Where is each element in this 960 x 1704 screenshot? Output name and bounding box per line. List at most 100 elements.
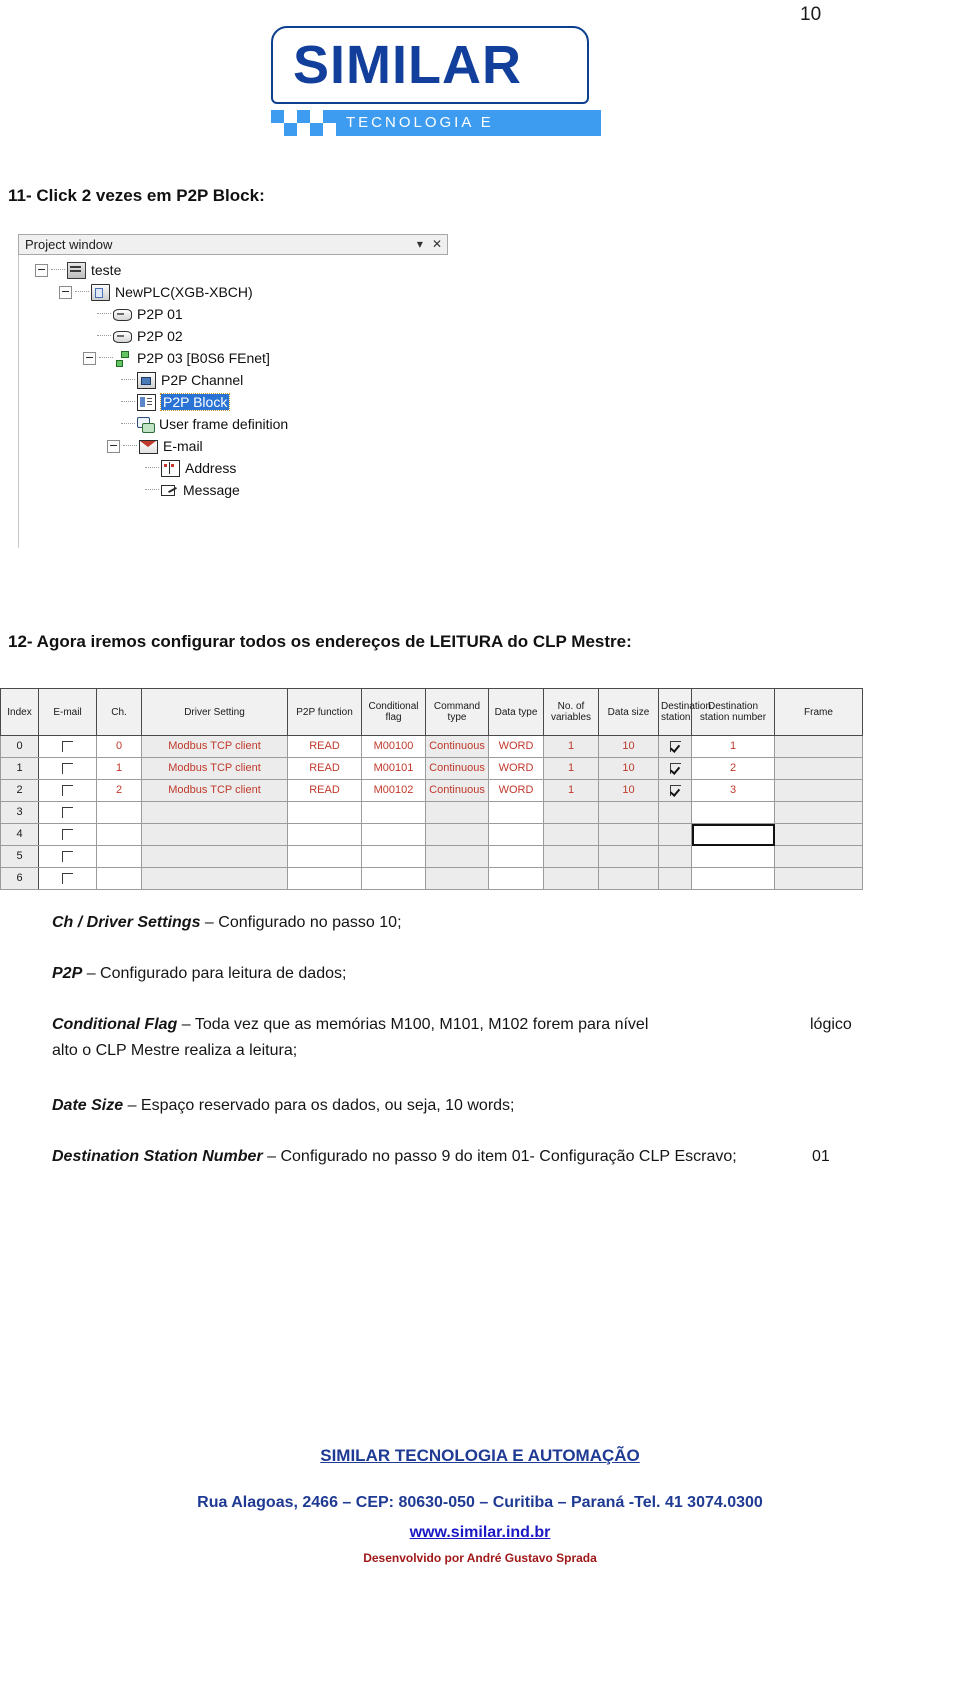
collapse-icon[interactable] xyxy=(107,439,120,453)
grid-cell-p2p[interactable] xyxy=(287,801,362,824)
grid-cell-destination-station[interactable] xyxy=(658,823,692,846)
grid-cell-datasize[interactable] xyxy=(598,867,659,890)
checkbox-icon[interactable] xyxy=(62,784,73,796)
grid-cell-email[interactable] xyxy=(38,779,97,802)
grid-cell-index[interactable]: 0 xyxy=(0,735,39,758)
grid-cell-index[interactable]: 4 xyxy=(0,823,39,846)
grid-column-header[interactable]: P2P function xyxy=(287,688,362,736)
grid-cell-ch[interactable] xyxy=(96,823,142,846)
tree-item-teste[interactable]: teste xyxy=(19,259,448,281)
grid-cell-deststationnum[interactable]: 2 xyxy=(691,757,775,780)
grid-row[interactable]: 1 1 Modbus TCP client READ M00101 Continuous W… xyxy=(0,757,863,780)
tree-item-p2p-channel[interactable]: P2P Channel xyxy=(19,369,448,391)
grid-cell-destination-station[interactable] xyxy=(658,735,692,758)
grid-cell-email[interactable] xyxy=(38,845,97,868)
grid-cell-flag[interactable]: M00100 xyxy=(361,735,426,758)
grid-cell-frame[interactable] xyxy=(774,757,863,780)
grid-cell-destination-station[interactable] xyxy=(658,867,692,890)
grid-cell-index[interactable]: 3 xyxy=(0,801,39,824)
grid-cell-p2p[interactable] xyxy=(287,845,362,868)
grid-cell-datatype[interactable] xyxy=(488,867,544,890)
grid-cell-driver[interactable]: Modbus TCP client xyxy=(141,757,288,780)
grid-cell-flag[interactable]: M00102 xyxy=(361,779,426,802)
grid-cell-driver[interactable] xyxy=(141,823,288,846)
grid-cell-datasize[interactable] xyxy=(598,845,659,868)
checkbox-icon[interactable] xyxy=(62,850,73,862)
grid-row[interactable]: 3 xyxy=(0,801,863,824)
grid-cell-p2p[interactable]: READ xyxy=(287,779,362,802)
grid-cell-index[interactable]: 2 xyxy=(0,779,39,802)
grid-cell-email[interactable] xyxy=(38,735,97,758)
grid-cell-ch[interactable]: 0 xyxy=(96,735,142,758)
grid-cell-ch[interactable]: 1 xyxy=(96,757,142,780)
grid-row[interactable]: 4 xyxy=(0,823,863,846)
grid-cell-deststationnum[interactable] xyxy=(691,801,775,824)
grid-cell-frame[interactable] xyxy=(774,801,863,824)
grid-cell-index[interactable]: 1 xyxy=(0,757,39,780)
grid-cell-flag[interactable] xyxy=(361,867,426,890)
grid-cell-numvars[interactable] xyxy=(543,845,599,868)
grid-cell-flag[interactable] xyxy=(361,823,426,846)
grid-cell-index[interactable]: 6 xyxy=(0,867,39,890)
grid-cell-datasize[interactable]: 10 xyxy=(598,735,659,758)
grid-cell-focused[interactable] xyxy=(691,823,775,846)
tree-item-user-frame-definition[interactable]: User frame definition xyxy=(19,413,448,435)
grid-cell-datasize[interactable]: 10 xyxy=(598,757,659,780)
grid-cell-frame[interactable] xyxy=(774,779,863,802)
grid-cell-numvars[interactable] xyxy=(543,801,599,824)
grid-cell-ch[interactable] xyxy=(96,867,142,890)
grid-row[interactable]: 6 xyxy=(0,867,863,890)
chevron-down-icon[interactable]: ▾ xyxy=(417,237,423,251)
grid-cell-datatype[interactable] xyxy=(488,801,544,824)
grid-cell-datatype[interactable]: WORD xyxy=(488,757,544,780)
grid-cell-ch[interactable] xyxy=(96,801,142,824)
grid-cell-p2p[interactable]: READ xyxy=(287,757,362,780)
footer-website-link[interactable]: www.similar.ind.br xyxy=(0,1524,960,1542)
checkbox-icon[interactable] xyxy=(62,828,73,840)
grid-cell-datasize[interactable]: 10 xyxy=(598,779,659,802)
checkbox-icon[interactable] xyxy=(62,872,73,884)
grid-cell-command[interactable] xyxy=(425,867,489,890)
tree-item-newplc-xgb-xbch[interactable]: NewPLC(XGB-XBCH) xyxy=(19,281,448,303)
grid-cell-numvars[interactable]: 1 xyxy=(543,757,599,780)
grid-cell-p2p[interactable] xyxy=(287,823,362,846)
grid-cell-driver[interactable] xyxy=(141,867,288,890)
grid-cell-destination-station[interactable] xyxy=(658,779,692,802)
grid-row[interactable]: 5 xyxy=(0,845,863,868)
grid-cell-datasize[interactable] xyxy=(598,801,659,824)
grid-cell-datatype[interactable] xyxy=(488,823,544,846)
checkbox-icon[interactable] xyxy=(62,740,73,752)
tree-item-p2p-block[interactable]: P2P Block xyxy=(19,391,448,413)
grid-row[interactable]: 0 0 Modbus TCP client READ M00100 Continuous W… xyxy=(0,735,863,758)
tree-item-p2p-02[interactable]: P2P 02 xyxy=(19,325,448,347)
grid-column-header[interactable]: Destination station xyxy=(658,688,711,736)
grid-cell-p2p[interactable]: READ xyxy=(287,735,362,758)
grid-cell-command[interactable] xyxy=(425,801,489,824)
grid-cell-frame[interactable] xyxy=(774,845,863,868)
grid-cell-destination-station[interactable] xyxy=(658,845,692,868)
grid-cell-p2p[interactable] xyxy=(287,867,362,890)
grid-cell-deststationnum[interactable] xyxy=(691,845,775,868)
collapse-icon[interactable] xyxy=(35,263,48,277)
grid-cell-numvars[interactable]: 1 xyxy=(543,779,599,802)
grid-cell-deststationnum[interactable]: 3 xyxy=(691,779,775,802)
grid-cell-email[interactable] xyxy=(38,867,97,890)
grid-column-header[interactable]: Conditional flag xyxy=(361,688,426,736)
grid-cell-flag[interactable]: M00101 xyxy=(361,757,426,780)
grid-column-header[interactable]: Data size xyxy=(598,688,659,736)
grid-cell-flag[interactable] xyxy=(361,845,426,868)
grid-column-header[interactable]: Driver Setting xyxy=(141,688,288,736)
grid-cell-deststationnum[interactable]: 1 xyxy=(691,735,775,758)
grid-cell-destination-station[interactable] xyxy=(658,801,692,824)
tree-item-message[interactable]: Message xyxy=(19,479,448,501)
grid-cell-ch[interactable] xyxy=(96,845,142,868)
tree-item-p2p-03-b0s6-fenet[interactable]: P2P 03 [B0S6 FEnet] xyxy=(19,347,448,369)
grid-cell-email[interactable] xyxy=(38,801,97,824)
grid-cell-driver[interactable] xyxy=(141,845,288,868)
grid-column-header[interactable]: Frame xyxy=(774,688,863,736)
checkbox-icon[interactable] xyxy=(62,762,73,774)
grid-cell-numvars[interactable]: 1 xyxy=(543,735,599,758)
grid-cell-numvars[interactable] xyxy=(543,823,599,846)
close-icon[interactable]: ✕ xyxy=(432,237,442,251)
grid-cell-command[interactable] xyxy=(425,845,489,868)
